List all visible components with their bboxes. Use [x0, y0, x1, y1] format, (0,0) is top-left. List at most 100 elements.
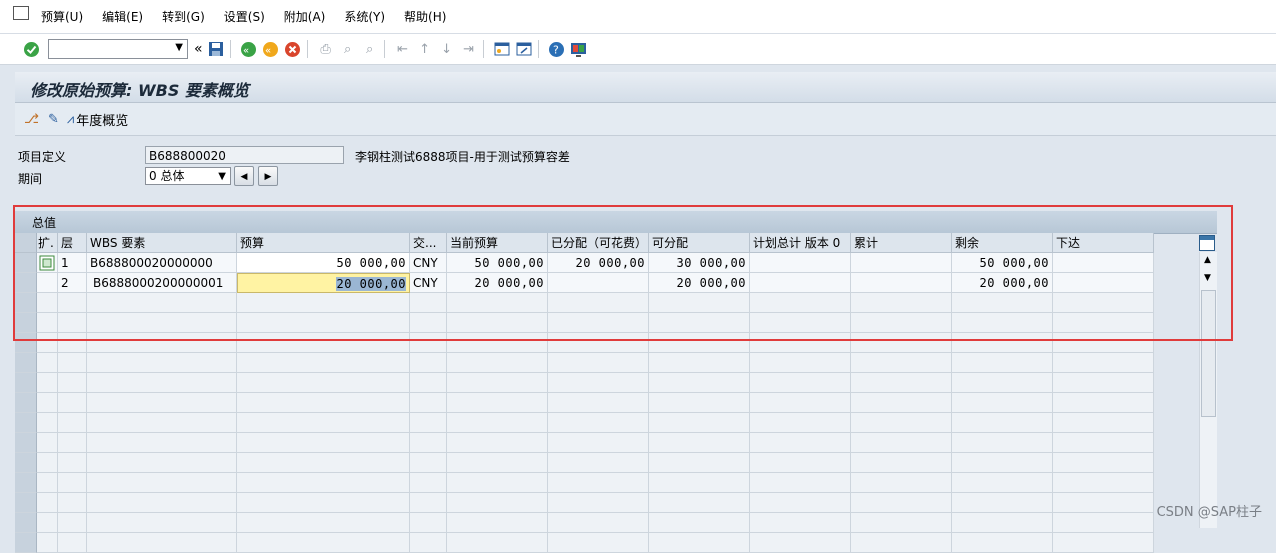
empty-cell — [447, 433, 548, 453]
col-header-plan-total[interactable]: 计划总计 版本 0 — [750, 233, 851, 253]
empty-cell — [58, 373, 87, 393]
row-selector[interactable] — [15, 313, 37, 333]
empty-cell — [447, 293, 548, 313]
toolbar-separator — [537, 40, 539, 58]
print-icon[interactable]: ⎙ — [317, 40, 335, 58]
row-selector[interactable] — [15, 393, 37, 413]
row-selector[interactable] — [15, 493, 37, 513]
remaining-cell: 20 000,00 — [952, 273, 1053, 293]
shortcut-icon[interactable] — [515, 40, 533, 58]
chevron-down-icon[interactable]: ▼ — [175, 42, 183, 53]
edit-document-icon[interactable]: ✎ — [48, 112, 59, 127]
empty-cell — [649, 353, 750, 373]
budget-input[interactable]: 20 000,00 — [237, 273, 410, 293]
empty-cell — [851, 513, 952, 533]
col-header-distributable[interactable]: 可分配 — [649, 233, 750, 253]
next-page-icon[interactable]: ↓ — [438, 40, 456, 58]
customize-layout-icon[interactable] — [570, 40, 588, 58]
menu-extras[interactable]: 附加(A) — [284, 8, 326, 25]
menu-budget[interactable]: 预算(U) — [41, 8, 83, 25]
row-selector[interactable] — [15, 433, 37, 453]
project-definition-field[interactable]: B688800020 — [145, 146, 344, 164]
row-selector[interactable] — [15, 273, 37, 293]
empty-cell — [1053, 533, 1154, 553]
empty-cell — [37, 533, 58, 553]
empty-cell — [548, 533, 649, 553]
last-page-icon[interactable]: ⇥ — [460, 40, 478, 58]
help-icon[interactable]: ? — [548, 40, 566, 58]
released-cell — [1053, 273, 1154, 293]
col-header-currency[interactable]: 交... — [410, 233, 447, 253]
cancel-icon[interactable] — [284, 40, 302, 58]
empty-cell — [952, 333, 1053, 353]
budget-input[interactable]: 50 000,00 — [237, 253, 410, 273]
empty-cell — [87, 433, 237, 453]
menu-exit-icon[interactable] — [13, 5, 29, 20]
chevron-down-icon[interactable]: ▼ — [218, 168, 226, 185]
enter-check-icon[interactable] — [22, 40, 40, 58]
command-field[interactable]: ▼ — [48, 39, 188, 59]
row-selector[interactable] — [15, 333, 37, 353]
col-header-released[interactable]: 下达 — [1053, 233, 1154, 253]
scrollbar-thumb[interactable] — [1201, 290, 1216, 417]
previous-period-button[interactable]: ◀ — [234, 166, 254, 186]
select-all-cell[interactable] — [15, 233, 37, 253]
empty-cell — [750, 333, 851, 353]
expand-node-icon[interactable] — [39, 255, 55, 271]
row-selector[interactable] — [15, 453, 37, 473]
find-next-icon[interactable]: ⌕ — [361, 40, 379, 58]
row-selector[interactable] — [15, 373, 37, 393]
find-icon[interactable]: ⌕ — [339, 40, 357, 58]
exit-icon[interactable]: « — [262, 40, 280, 58]
col-header-cumulative[interactable]: 累计 — [851, 233, 952, 253]
menu-help[interactable]: 帮助(H) — [404, 8, 446, 25]
next-period-button[interactable]: ▶ — [258, 166, 278, 186]
menu-settings[interactable]: 设置(S) — [224, 8, 265, 25]
col-header-wbs[interactable]: WBS 要素 — [87, 233, 237, 253]
first-page-icon[interactable]: ⇤ — [394, 40, 412, 58]
empty-cell — [447, 333, 548, 353]
hierarchy-icon[interactable]: ⎇ — [24, 112, 39, 127]
col-header-current-budget[interactable]: 当前预算 — [447, 233, 548, 253]
empty-cell — [87, 513, 237, 533]
scroll-up-icon[interactable]: ▲ — [1204, 255, 1211, 265]
back-icon[interactable]: « — [240, 40, 258, 58]
col-header-assigned[interactable]: 已分配（可花费） — [548, 233, 649, 253]
save-icon[interactable] — [207, 40, 225, 58]
menu-edit[interactable]: 编辑(E) — [102, 8, 143, 25]
col-header-level[interactable]: 层 — [58, 233, 87, 253]
previous-page-icon[interactable]: ↑ — [416, 40, 434, 58]
empty-cell — [1053, 473, 1154, 493]
line-chart-icon: ⩘ — [66, 111, 75, 127]
empty-cell — [649, 393, 750, 413]
row-selector[interactable] — [15, 473, 37, 493]
annual-overview-button[interactable]: ⩘ 年度概览 — [67, 110, 128, 129]
empty-cell — [237, 293, 410, 313]
col-header-budget[interactable]: 预算 — [237, 233, 410, 253]
vertical-scrollbar[interactable]: ▲ ▼ — [1199, 252, 1217, 528]
empty-cell — [447, 373, 548, 393]
row-selector[interactable] — [15, 253, 37, 273]
empty-cell — [58, 293, 87, 313]
expand-cell[interactable] — [37, 253, 58, 273]
empty-cell — [548, 393, 649, 413]
col-header-expand[interactable]: 扩. — [37, 233, 58, 253]
period-select[interactable]: 0 总体 ▼ — [145, 167, 231, 185]
row-selector[interactable] — [15, 533, 37, 553]
row-selector[interactable] — [15, 413, 37, 433]
empty-cell — [750, 393, 851, 413]
scroll-down-icon[interactable]: ▼ — [1204, 273, 1211, 283]
collapse-icon[interactable]: « — [194, 41, 203, 57]
row-selector[interactable] — [15, 293, 37, 313]
row-selector[interactable] — [15, 513, 37, 533]
layout-settings-icon[interactable] — [1199, 235, 1215, 251]
menu-system[interactable]: 系统(Y) — [344, 8, 385, 25]
menu-bar: 预算(U) 编辑(E) 转到(G) 设置(S) 附加(A) 系统(Y) 帮助(H… — [0, 0, 1276, 34]
project-description: 李钢柱测试6888项目-用于测试预算容差 — [355, 150, 570, 164]
new-session-icon[interactable] — [493, 40, 511, 58]
row-selector[interactable] — [15, 353, 37, 373]
col-header-remaining[interactable]: 剩余 — [952, 233, 1053, 253]
empty-cell — [548, 333, 649, 353]
empty-cell — [649, 453, 750, 473]
menu-goto[interactable]: 转到(G) — [162, 8, 205, 25]
